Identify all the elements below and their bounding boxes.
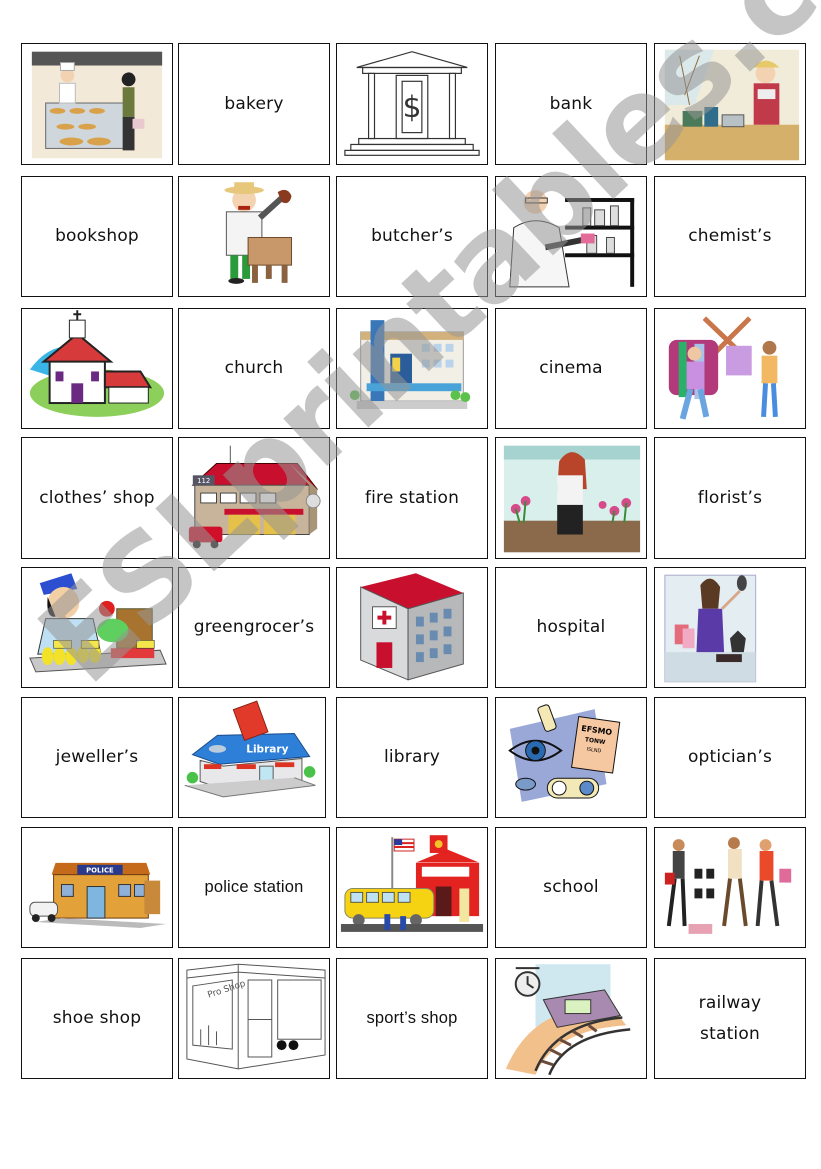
word-card: sport’s shop xyxy=(336,958,488,1079)
police-station-picture: POLICE xyxy=(21,827,173,948)
word-card-label: jeweller’s xyxy=(55,747,139,767)
word-card: police station xyxy=(178,827,330,948)
clothes-shop-picture xyxy=(654,308,806,429)
optician-picture: EFSMO TONW ISLND xyxy=(495,697,647,818)
word-card: bank xyxy=(495,43,647,165)
word-card-label: bookshop xyxy=(55,226,139,246)
bakery-scene-icon xyxy=(22,44,172,164)
word-card: hospital xyxy=(495,567,647,688)
word-card: jeweller’s xyxy=(21,697,173,818)
word-card-label: cinema xyxy=(539,358,603,378)
optician-scene-icon: EFSMO TONW ISLND xyxy=(496,698,646,817)
school-scene-icon xyxy=(337,828,487,947)
word-card-label: railway station xyxy=(699,988,762,1050)
jeweller-scene-icon xyxy=(655,568,805,687)
shoe-shop-picture xyxy=(654,827,806,948)
hospital-picture xyxy=(336,567,488,688)
word-card: library xyxy=(336,697,488,818)
shoe-shop-scene-icon xyxy=(655,828,805,947)
word-card: chemist’s xyxy=(654,176,806,297)
sports-shop-sketch-icon: Pro Shop xyxy=(179,959,329,1078)
word-card-label: church xyxy=(224,358,284,378)
word-card-label: bank xyxy=(549,93,593,114)
library-picture: Library xyxy=(178,697,326,818)
word-card-line: station xyxy=(700,1023,760,1044)
word-card-label: fire station xyxy=(364,487,460,508)
word-card-label: hospital xyxy=(536,617,606,637)
word-card: optician’s xyxy=(654,697,806,818)
word-card: bakery xyxy=(178,43,330,165)
fire-station-building-icon: 112 xyxy=(179,438,329,558)
clothes-scene-icon xyxy=(655,309,805,428)
word-card-label: clothes’ shop xyxy=(39,487,155,508)
chemist-picture xyxy=(495,176,647,297)
svg-text:112: 112 xyxy=(197,477,210,485)
bakery-picture xyxy=(21,43,173,165)
church-building-icon xyxy=(22,309,172,428)
word-card: shoe shop xyxy=(21,958,173,1079)
svg-text:POLICE: POLICE xyxy=(86,867,114,875)
svg-text:Library: Library xyxy=(246,744,288,756)
bank-building-icon: $ xyxy=(337,44,487,164)
jeweller-picture xyxy=(654,567,806,688)
florist-picture xyxy=(495,437,647,559)
word-card-label: sport’s shop xyxy=(366,1009,458,1027)
word-card-label: school xyxy=(543,877,599,897)
florist-scene-icon xyxy=(496,438,646,558)
police-station-building-icon: POLICE xyxy=(22,828,172,947)
word-card: school xyxy=(495,827,647,948)
word-card-label: library xyxy=(383,747,441,767)
butcher-scene-icon xyxy=(179,177,329,296)
word-card: florist’s xyxy=(654,437,806,559)
chemist-scene-icon xyxy=(496,177,646,296)
word-card: fire station xyxy=(336,437,488,559)
word-card: cinema xyxy=(495,308,647,429)
word-card-label: greengrocer’s xyxy=(193,617,315,637)
railway-station-picture xyxy=(495,958,647,1079)
fire-station-picture: 112 xyxy=(178,437,330,559)
bookshop-picture xyxy=(654,43,806,165)
word-card-label: florist’s xyxy=(697,487,763,508)
word-card-label: police station xyxy=(204,878,304,896)
cinema-building-icon xyxy=(337,309,487,428)
word-card-label: butcher’s xyxy=(371,226,453,246)
word-card: butcher’s xyxy=(336,176,488,297)
word-card-line: railway xyxy=(698,992,762,1013)
word-card-label: bakery xyxy=(224,93,284,114)
greengrocer-scene-icon xyxy=(22,568,172,687)
library-building-icon: Library xyxy=(179,698,325,817)
word-card: greengrocer’s xyxy=(178,567,330,688)
svg-text:$: $ xyxy=(403,90,422,124)
word-card-label: optician’s xyxy=(687,747,773,767)
railway-scene-icon xyxy=(496,959,646,1078)
cinema-picture xyxy=(336,308,488,429)
sports-shop-picture: Pro Shop xyxy=(178,958,330,1079)
school-picture xyxy=(336,827,488,948)
butcher-picture xyxy=(178,176,330,297)
svg-text:Pro Shop: Pro Shop xyxy=(206,979,247,1001)
bank-picture: $ xyxy=(336,43,488,165)
hospital-building-icon xyxy=(337,568,487,687)
word-card: railway station xyxy=(654,958,806,1079)
word-card: church xyxy=(178,308,330,429)
word-card-label: shoe shop xyxy=(52,1008,142,1028)
bookshop-scene-icon xyxy=(655,44,805,164)
word-card: clothes’ shop xyxy=(21,437,173,559)
word-card: bookshop xyxy=(21,176,173,297)
greengrocer-picture xyxy=(21,567,173,688)
word-card-label: chemist’s xyxy=(688,226,772,246)
church-picture xyxy=(21,308,173,429)
